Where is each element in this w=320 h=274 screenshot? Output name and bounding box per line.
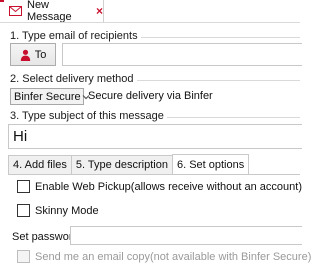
web-pickup-checkbox[interactable] bbox=[17, 180, 30, 193]
skinny-mode-checkbox[interactable] bbox=[17, 204, 30, 217]
password-label: Set password bbox=[12, 231, 79, 243]
delivery-section-label: 2. Select delivery method bbox=[10, 73, 137, 85]
person-icon bbox=[20, 49, 31, 61]
mail-icon bbox=[9, 6, 22, 16]
web-pickup-label: Enable Web Pickup(allows receive without… bbox=[35, 180, 302, 193]
skinny-mode-option[interactable]: Skinny Mode bbox=[17, 204, 99, 217]
tab-strip-divider bbox=[0, 22, 300, 23]
delivery-description: Secure delivery via Binfer bbox=[88, 90, 213, 102]
to-button[interactable]: To bbox=[10, 43, 56, 66]
skinny-mode-label: Skinny Mode bbox=[35, 204, 99, 217]
recipients-input[interactable] bbox=[62, 43, 302, 66]
tab-pane-border bbox=[8, 174, 300, 175]
to-button-label: To bbox=[34, 48, 47, 61]
delivery-method-select[interactable]: Binfer Secure bbox=[10, 88, 90, 105]
options-tab-strip: 4. Add files 5. Type description 6. Set … bbox=[8, 154, 250, 174]
email-copy-label: Send me an email copy(not available with… bbox=[35, 250, 312, 263]
recipients-section-label: 1. Type email of recipients bbox=[10, 30, 141, 42]
web-pickup-option[interactable]: Enable Web Pickup(allows receive without… bbox=[17, 180, 302, 193]
tab-set-options[interactable]: 6. Set options bbox=[171, 154, 250, 174]
delivery-method-value: Binfer Secure bbox=[14, 90, 81, 103]
tab-new-message[interactable]: New Message × bbox=[0, 0, 104, 23]
subject-section-label: 3. Type subject of this message bbox=[10, 110, 167, 122]
tab-add-files[interactable]: 4. Add files bbox=[8, 155, 72, 174]
email-copy-option: Send me an email copy(not available with… bbox=[17, 250, 311, 263]
email-copy-checkbox bbox=[17, 250, 30, 263]
close-icon[interactable]: × bbox=[96, 5, 103, 17]
subject-input[interactable]: Hi bbox=[8, 124, 302, 149]
new-message-window: New Message × 1. Type email of recipient… bbox=[0, 0, 311, 274]
tab-title: New Message bbox=[27, 0, 72, 23]
password-input[interactable] bbox=[70, 226, 302, 245]
tab-type-description[interactable]: 5. Type description bbox=[70, 155, 173, 174]
